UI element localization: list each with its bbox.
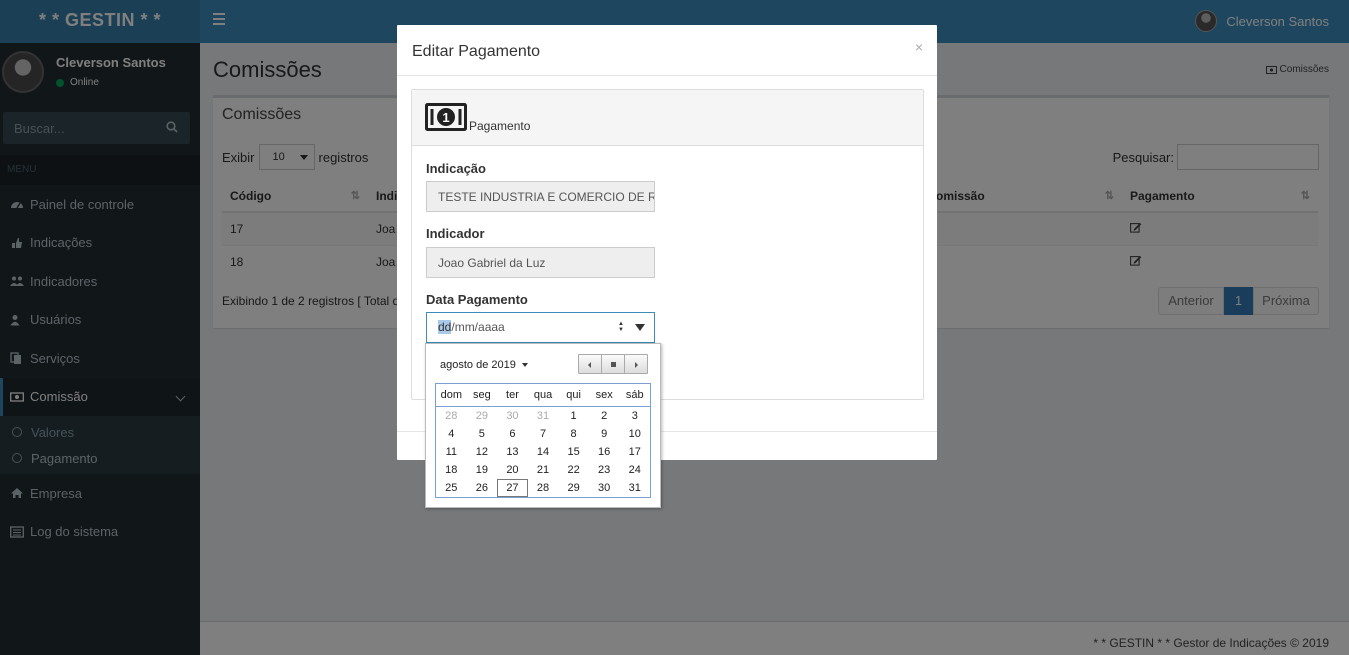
- dropdown-arrow-icon[interactable]: [635, 324, 645, 331]
- svg-text:1: 1: [442, 110, 449, 125]
- calendar-day[interactable]: 9: [589, 425, 620, 443]
- date-day-segment[interactable]: dd: [438, 320, 452, 334]
- calendar-day[interactable]: 23: [589, 461, 620, 479]
- date-picker: agosto de 2019 dom seg ter qua qui sex s…: [425, 343, 661, 508]
- calendar-day[interactable]: 22: [558, 461, 589, 479]
- indicacao-field: TESTE INDUSTRIA E COMERCIO DE ROU: [426, 181, 655, 212]
- close-button[interactable]: ×: [915, 39, 923, 55]
- calendar-day[interactable]: 20: [497, 461, 528, 479]
- calendar-day[interactable]: 1: [558, 407, 589, 425]
- calendar-day[interactable]: 19: [467, 461, 498, 479]
- data-pagamento-label: Data Pagamento: [426, 292, 528, 307]
- calendar-day[interactable]: 28: [528, 479, 559, 497]
- weekday-label: ter: [506, 389, 519, 401]
- prev-month-button[interactable]: [578, 354, 602, 374]
- weekday-label: dom: [440, 389, 462, 401]
- calendar-day[interactable]: 11: [436, 443, 467, 461]
- calendar-day[interactable]: 26: [467, 479, 498, 497]
- calendar-day[interactable]: 16: [589, 443, 620, 461]
- calendar-day[interactable]: 17: [619, 443, 650, 461]
- next-month-button[interactable]: [624, 354, 648, 374]
- calendar-nav: [578, 354, 648, 374]
- calendar-day[interactable]: 30: [497, 407, 528, 425]
- calendar-day[interactable]: 31: [528, 407, 559, 425]
- calendar-week: 18 19 20 21 22 23 24: [436, 461, 650, 479]
- weekday-label: sex: [595, 389, 613, 401]
- caret-down-icon: [521, 363, 528, 367]
- calendar-day[interactable]: 12: [467, 443, 498, 461]
- indicacao-label: Indicação: [426, 161, 486, 176]
- calendar-day-today[interactable]: 27: [497, 479, 528, 497]
- weekday-label: sáb: [625, 389, 644, 401]
- weekday-label: qua: [533, 389, 553, 401]
- calendar-day[interactable]: 25: [436, 479, 467, 497]
- calendar-day[interactable]: 5: [467, 425, 498, 443]
- calendar-day[interactable]: 14: [528, 443, 559, 461]
- calendar-day[interactable]: 24: [619, 461, 650, 479]
- weekday-header: dom seg ter qua qui sex sáb: [436, 384, 650, 407]
- panel-title: Pagamento: [469, 119, 531, 133]
- calendar-day[interactable]: 6: [497, 425, 528, 443]
- indicador-label: Indicador: [426, 226, 485, 241]
- calendar-day[interactable]: 2: [589, 407, 620, 425]
- weekday-label: qui: [566, 389, 581, 401]
- calendar-day[interactable]: 30: [589, 479, 620, 497]
- calendar-day[interactable]: 3: [619, 407, 650, 425]
- date-input[interactable]: dd/mm/aaaa ▲ ▼: [426, 312, 655, 343]
- calendar-day[interactable]: 21: [528, 461, 559, 479]
- calendar-day[interactable]: 15: [558, 443, 589, 461]
- today-button[interactable]: [601, 354, 625, 374]
- spinner-icon[interactable]: ▲ ▼: [618, 321, 624, 333]
- modal-title: Editar Pagamento: [412, 43, 541, 60]
- indicador-field: Joao Gabriel da Luz: [426, 247, 655, 278]
- calendar-day[interactable]: 29: [467, 407, 498, 425]
- calendar-day[interactable]: 8: [558, 425, 589, 443]
- calendar-week: 11 12 13 14 15 16 17: [436, 443, 650, 461]
- modal-divider: [397, 75, 937, 76]
- calendar-day[interactable]: 7: [528, 425, 559, 443]
- calendar-week: 25 26 27 28 29 30 31: [436, 479, 650, 497]
- month-selector[interactable]: agosto de 2019: [440, 359, 528, 371]
- panel-heading: 1 Pagamento: [412, 90, 923, 146]
- calendar-grid: dom seg ter qua qui sex sáb 28 29 30 31 …: [435, 383, 651, 498]
- calendar-day[interactable]: 31: [619, 479, 650, 497]
- calendar-day[interactable]: 29: [558, 479, 589, 497]
- money-bill-icon: 1: [425, 103, 467, 131]
- calendar-day[interactable]: 4: [436, 425, 467, 443]
- calendar-day[interactable]: 18: [436, 461, 467, 479]
- date-rest-segment[interactable]: /mm/aaaa: [451, 320, 504, 334]
- calendar-week: 28 29 30 31 1 2 3: [436, 407, 650, 425]
- month-label: agosto de 2019: [440, 359, 516, 371]
- calendar-week: 4 5 6 7 8 9 10: [436, 425, 650, 443]
- weekday-label: seg: [472, 389, 491, 401]
- calendar-day[interactable]: 10: [619, 425, 650, 443]
- calendar-day[interactable]: 28: [436, 407, 467, 425]
- calendar-day[interactable]: 13: [497, 443, 528, 461]
